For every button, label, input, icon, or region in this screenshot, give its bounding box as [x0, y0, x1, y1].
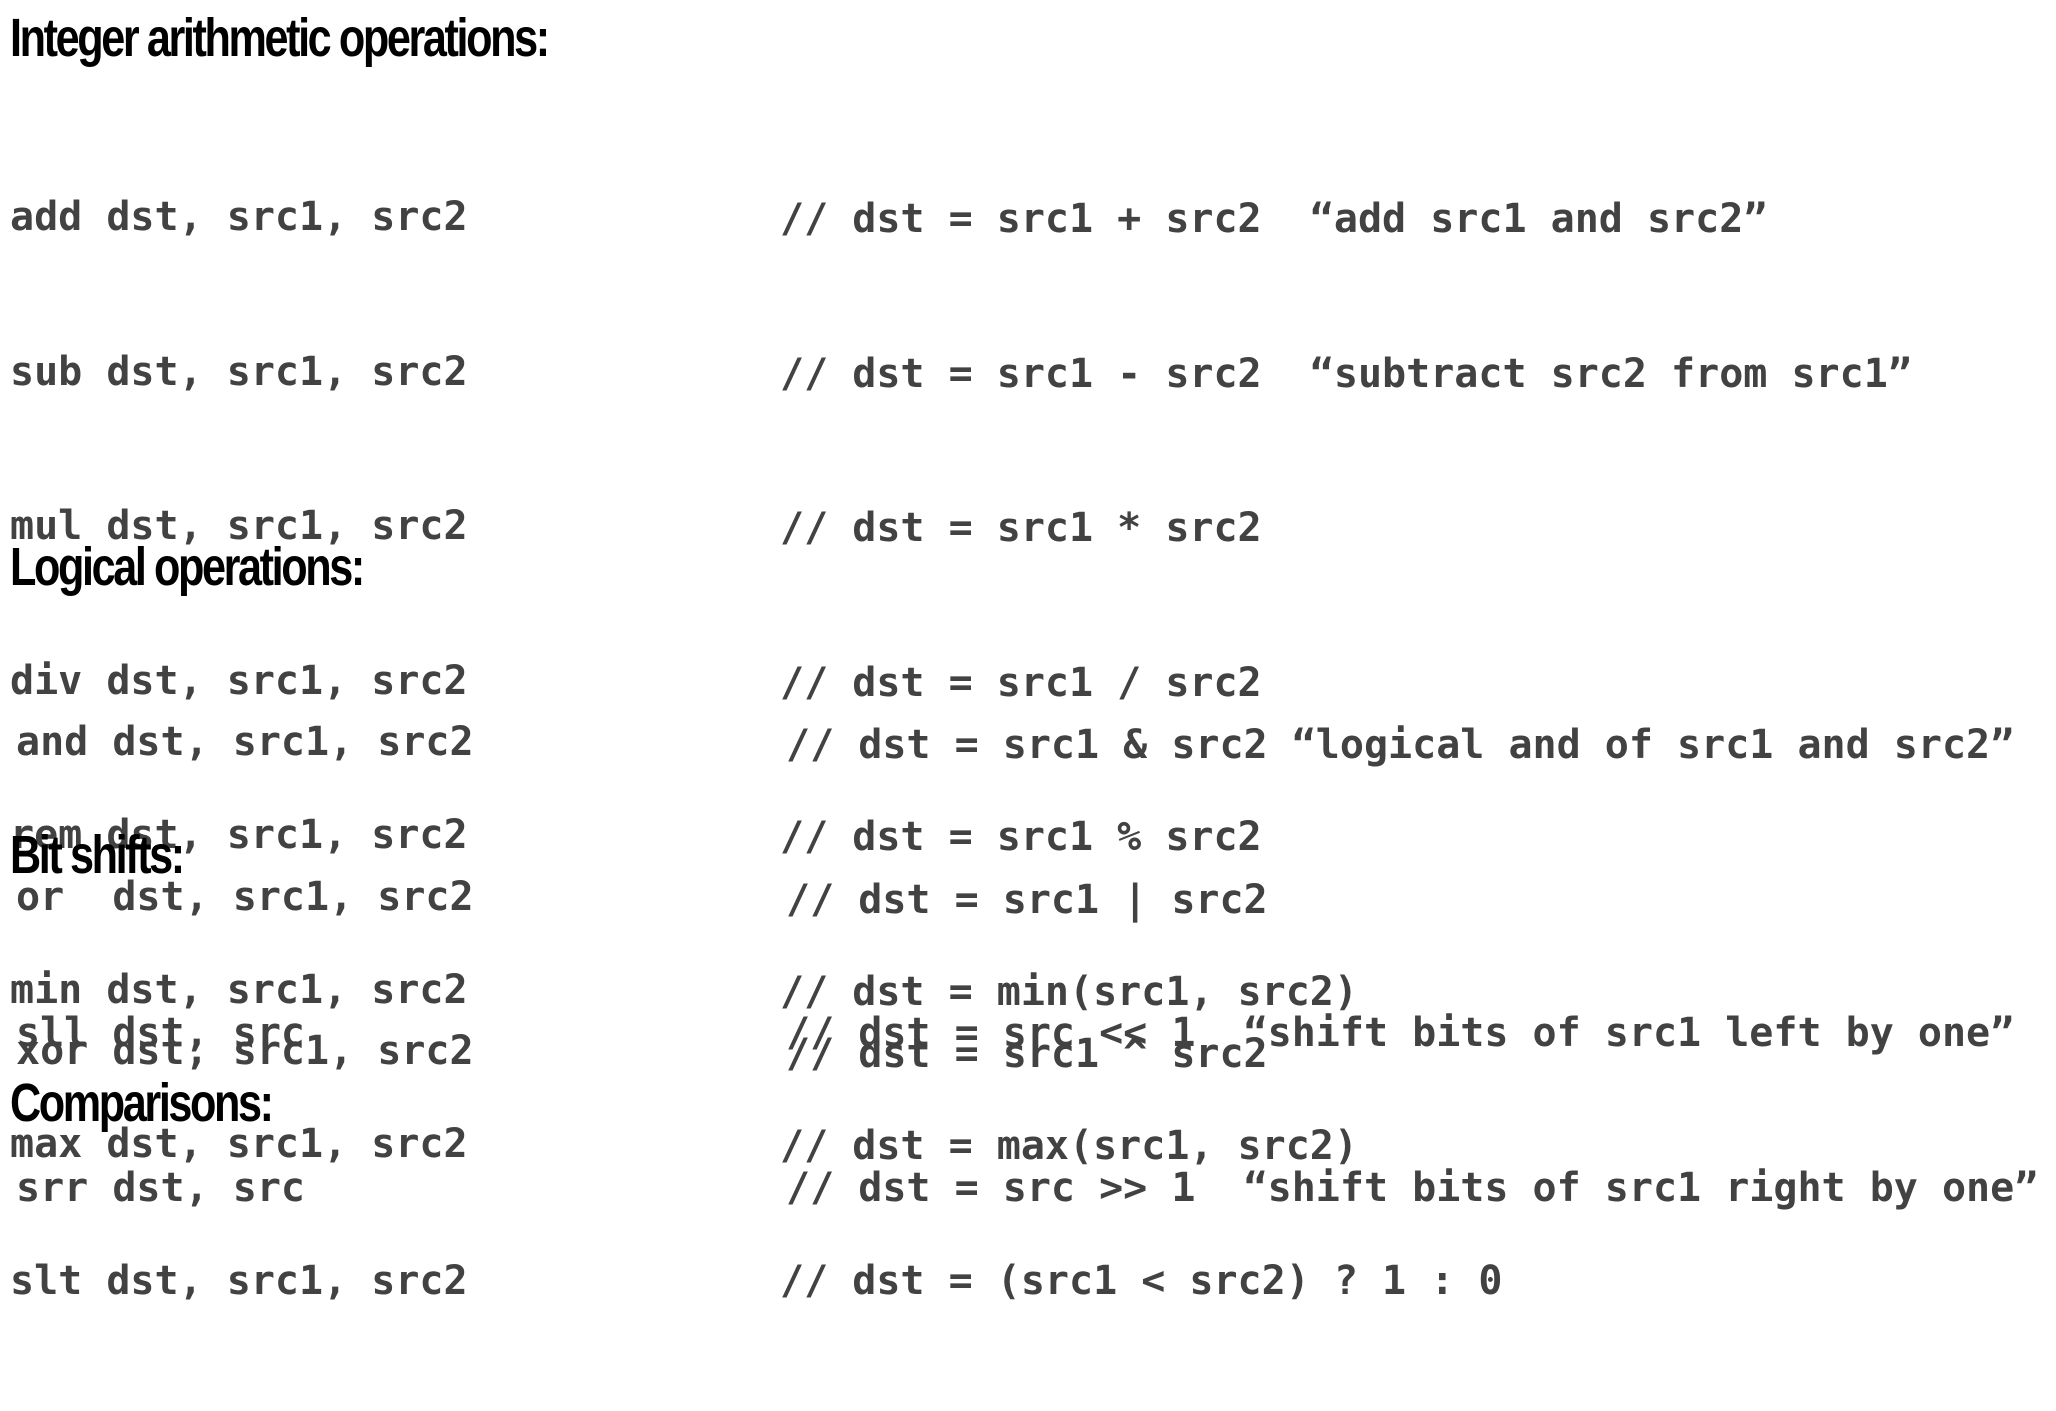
- section-heading-bit-shifts: Bit shifts:: [10, 825, 185, 885]
- comment-and: // dst = src1 & src2 “logical and of src…: [786, 722, 2015, 768]
- instruction-and: and dst, src1, src2: [16, 719, 474, 765]
- instruction-slt: slt dst, src1, src2: [10, 1258, 468, 1304]
- section-heading-logical: Logical operations:: [10, 537, 365, 597]
- comparison-comments: // dst = (src1 < src2) ? 1 : 0: [780, 1153, 1502, 1411]
- slide: Integer arithmetic operations: add dst, …: [0, 0, 2056, 1304]
- instruction-sub: sub dst, src1, src2: [10, 348, 468, 395]
- comment-add: // dst = src1 + src2 “add src1 and src2”: [780, 196, 1768, 242]
- section-heading-integer-arithmetic: Integer arithmetic operations:: [10, 8, 550, 68]
- comment-mul: // dst = src1 * src2: [780, 505, 1262, 551]
- comparison-instructions: slt dst, src1, src2: [10, 1153, 468, 1411]
- section-heading-comparisons: Comparisons:: [10, 1073, 274, 1133]
- instruction-add: add dst, src1, src2: [10, 194, 468, 240]
- comment-slt: // dst = (src1 < src2) ? 1 : 0: [780, 1258, 1503, 1304]
- comment-sll: // dst = src << 1 “shift bits of src1 le…: [786, 1010, 2015, 1056]
- comment-sub: // dst = src1 - src2 “subtract src2 from…: [780, 350, 1912, 397]
- instruction-sll: sll dst, src: [16, 1010, 305, 1056]
